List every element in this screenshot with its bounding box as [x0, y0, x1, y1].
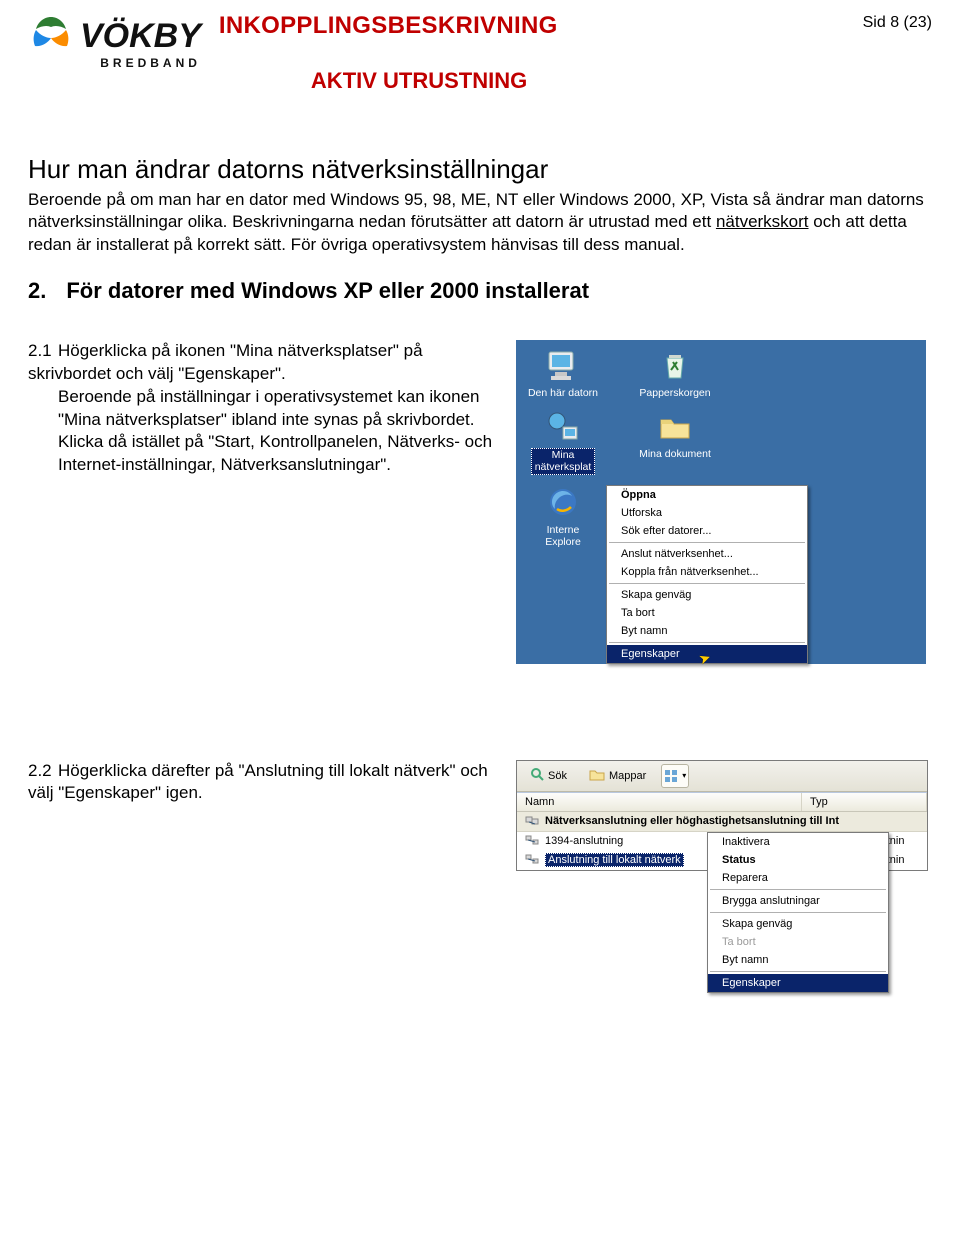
context-menu-item[interactable]: Inaktivera: [708, 833, 888, 851]
internet-explorer-icon: [520, 483, 606, 521]
context-menu-item[interactable]: Brygga anslutningar: [708, 892, 888, 910]
search-button[interactable]: Sök: [523, 764, 574, 787]
views-icon: [664, 769, 680, 783]
list-group-header: Nätverksanslutning eller höghastighetsan…: [517, 812, 927, 832]
main-heading: Hur man ändrar datorns nätverksinställni…: [28, 154, 932, 185]
explorer-toolbar: Sök Mappar ▾: [517, 761, 927, 792]
column-header-name[interactable]: Namn: [517, 793, 802, 811]
step-2-1-text: 2.1Högerklicka på ikonen "Mina nätverksp…: [28, 340, 508, 477]
step-2-2-text: 2.2Högerklicka därefter på "Anslutning t…: [28, 760, 508, 806]
brand-wordmark: VÖKBY: [80, 17, 201, 56]
step-2-1-line3: Klicka då istället på "Start, Kontrollpa…: [58, 431, 508, 477]
context-menu-item[interactable]: Koppla från nätverksenhet...: [607, 563, 807, 581]
desktop-icon-label: Minanätverksplat: [531, 448, 596, 474]
intro-paragraph: Beroende på om man har en dator med Wind…: [28, 189, 932, 256]
context-menu-separator: [710, 889, 886, 890]
desktop-icon-label: Mina dokument: [632, 448, 718, 460]
cursor-icon: ➤: [697, 648, 714, 668]
search-icon: [530, 767, 544, 784]
step-2-1-number: 2.1: [28, 340, 58, 363]
context-menu-item[interactable]: Skapa genväg: [607, 586, 807, 604]
section-2-heading: 2. För datorer med Windows XP eller 2000…: [28, 278, 932, 304]
network-places-icon: [520, 407, 606, 445]
desktop-icon-network-places[interactable]: Minanätverksplat: [520, 407, 606, 474]
connection-icon: [525, 853, 539, 868]
context-menu-item[interactable]: Öppna: [607, 486, 807, 504]
doc-subtitle: AKTIV UTRUSTNING: [311, 68, 845, 94]
folders-button[interactable]: Mappar: [582, 764, 653, 787]
context-menu-item[interactable]: Egenskaper➤: [607, 645, 807, 663]
context-menu-item[interactable]: Sök efter datorer...: [607, 522, 807, 540]
list-group-title: Nätverksanslutning eller höghastighetsan…: [545, 815, 839, 827]
group-icon: [525, 814, 539, 829]
context-menu-item[interactable]: Status: [708, 851, 888, 869]
context-menu-separator: [710, 912, 886, 913]
context-menu-separator: [710, 971, 886, 972]
context-menu-item[interactable]: Byt namn: [708, 951, 888, 969]
context-menu-item[interactable]: Utforska: [607, 504, 807, 522]
context-menu-item: Ta bort: [708, 933, 888, 951]
step-2-2-number: 2.2: [28, 760, 58, 783]
desktop-icon-computer[interactable]: Den här datorn: [520, 346, 606, 399]
brand-subtext: BREDBAND: [28, 56, 201, 70]
section-2-number: 2.: [28, 278, 46, 304]
step-2-1-line2: Beroende på inställningar i operativsyst…: [58, 386, 508, 432]
computer-icon: [520, 346, 606, 384]
context-menu-separator: [609, 542, 805, 543]
views-button[interactable]: ▾: [661, 764, 689, 788]
recycle-bin-icon: [632, 346, 718, 384]
screenshot-desktop: Den här datorn Papperskorgen: [516, 340, 926, 663]
step-2-2-body: Högerklicka därefter på "Anslutning till…: [28, 761, 488, 803]
folders-button-label: Mappar: [609, 770, 646, 782]
context-menu-item[interactable]: Egenskaper: [708, 974, 888, 992]
list-cell-name: 1394-anslutning: [545, 835, 623, 847]
desktop-icon-label: Den här datorn: [520, 387, 606, 399]
page-number: Sid 8 (23): [863, 12, 932, 32]
context-menu-item[interactable]: Reparera: [708, 869, 888, 887]
list-cell-name: Anslutning till lokalt nätverk: [545, 853, 684, 867]
folder-icon: [589, 767, 605, 784]
doc-title: INKOPPLINGSBESKRIVNING: [219, 12, 845, 40]
context-menu-item[interactable]: Byt namn: [607, 622, 807, 640]
desktop-icon-label: Papperskorgen: [632, 387, 718, 399]
intro-text-underlined: nätverkskort: [716, 212, 809, 231]
context-menu-separator: [609, 583, 805, 584]
screenshot-explorer: Sök Mappar ▾ Namn Typ: [516, 760, 928, 871]
search-button-label: Sök: [548, 770, 567, 782]
chevron-down-icon: ▾: [682, 771, 686, 780]
desktop-icon-label: InterneExplore: [545, 524, 581, 548]
brand-logo-mark: [28, 14, 74, 58]
context-menu-item[interactable]: Ta bort: [607, 604, 807, 622]
connection-icon: [525, 834, 539, 849]
folder-icon: [632, 407, 718, 445]
desktop-icon-internet-explorer[interactable]: InterneExplore: [520, 483, 606, 548]
desktop-icon-recycle[interactable]: Papperskorgen: [632, 346, 718, 399]
context-menu: ÖppnaUtforskaSök efter datorer... Anslut …: [606, 485, 808, 664]
column-header-type[interactable]: Typ: [802, 793, 927, 811]
context-menu-item[interactable]: Skapa genväg: [708, 915, 888, 933]
context-menu-separator: [609, 642, 805, 643]
context-menu-item[interactable]: Anslut nätverksenhet...: [607, 545, 807, 563]
brand-logo: VÖKBY BREDBAND: [28, 14, 201, 70]
step-2-1-line1: Högerklicka på ikonen "Mina nätverksplat…: [28, 341, 423, 383]
section-2-title: För datorer med Windows XP eller 2000 in…: [66, 278, 589, 304]
desktop-icon-documents[interactable]: Mina dokument: [632, 407, 718, 474]
list-header: Namn Typ: [517, 793, 927, 812]
context-menu: InaktiveraStatusReparera Brygga anslutnin…: [707, 832, 889, 993]
